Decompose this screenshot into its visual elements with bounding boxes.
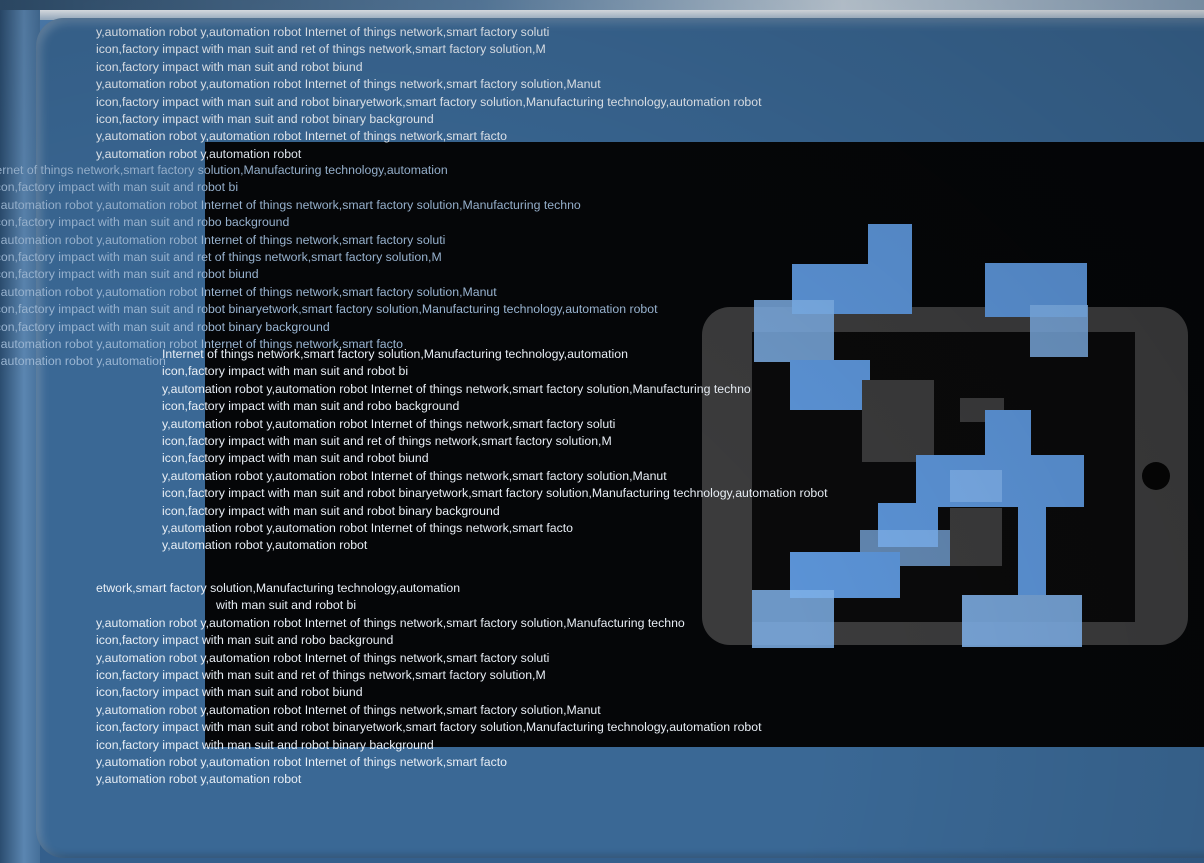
vignette-overlay	[0, 0, 1204, 863]
photo-scene: y,automation robot y,automation robot In…	[0, 0, 1204, 863]
